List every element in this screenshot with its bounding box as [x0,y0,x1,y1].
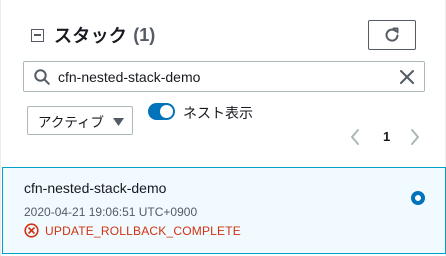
toggle-knob [160,105,173,118]
pagination: 1 [349,126,427,148]
page-number[interactable]: 1 [383,129,390,144]
refresh-icon [385,27,399,42]
clear-icon[interactable] [399,69,415,85]
stack-name: cfn-nested-stack-demo [24,180,167,196]
chevron-right-icon[interactable] [409,128,421,146]
stack-status-text: UPDATE_ROLLBACK_COMPLETE [45,223,241,238]
stack-select-radio[interactable] [411,191,425,205]
search-input[interactable]: cfn-nested-stack-demo [23,61,425,92]
collapse-icon[interactable] [31,28,44,42]
stack-list-item[interactable]: cfn-nested-stack-demo 2020-04-21 19:06:5… [2,167,446,254]
caret-down-icon [113,118,124,126]
status-filter-select[interactable]: アクティブ [27,106,133,135]
error-icon [24,223,39,238]
stack-status: UPDATE_ROLLBACK_COMPLETE [24,223,241,238]
search-value: cfn-nested-stack-demo [58,69,201,85]
refresh-button[interactable] [368,20,416,50]
stack-count: (1) [133,24,156,45]
stack-created-time: 2020-04-21 19:06:51 UTC+0900 [24,205,198,219]
panel-header: スタック (1) [31,22,155,48]
status-filter-value: アクティブ [38,114,105,130]
nested-view-toggle[interactable] [148,103,175,120]
nested-view-label: ネスト表示 [183,105,253,121]
chevron-left-icon[interactable] [349,128,361,146]
search-icon [34,69,50,85]
page-title: スタック [54,26,128,46]
stacks-panel: スタック (1) cfn-nested-stack-demo アクティブ ネスト… [0,0,446,256]
